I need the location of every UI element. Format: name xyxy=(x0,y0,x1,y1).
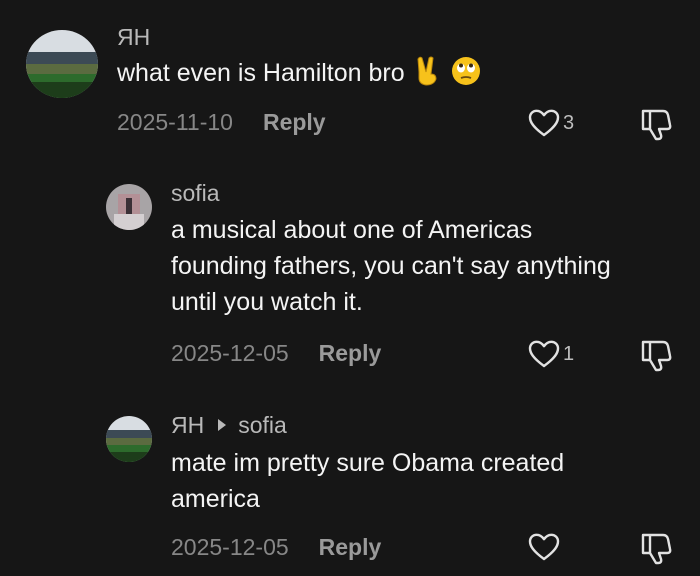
like-count: 1 xyxy=(563,342,575,365)
dislike-button[interactable] xyxy=(639,339,677,378)
like-button[interactable]: 3 xyxy=(527,108,574,138)
like-count: 3 xyxy=(563,111,575,134)
victory-hand-icon xyxy=(414,56,442,96)
avatar[interactable] xyxy=(106,184,152,230)
reply-to-username[interactable]: sofia xyxy=(238,412,287,438)
comment-body: what even is Hamilton bro xyxy=(117,59,405,87)
comment-meta: 2025-12-05 Reply xyxy=(171,340,381,367)
comment-date: 2025-11-10 xyxy=(117,109,233,135)
eye-roll-face-icon xyxy=(451,56,481,96)
comment-line: america xyxy=(171,485,260,513)
comment-line: mate im pretty sure Obama created xyxy=(171,449,565,477)
reply-arrow-icon xyxy=(218,419,227,431)
thumbs-down-outline-icon xyxy=(641,340,672,372)
comment-username[interactable]: HR xyxy=(117,24,150,51)
dislike-button[interactable] xyxy=(639,108,677,147)
heart-outline-icon xyxy=(528,109,560,137)
reply-button[interactable]: Reply xyxy=(319,534,382,560)
comment-text: mate im pretty sure Obama created americ… xyxy=(171,445,691,517)
reply-button[interactable]: Reply xyxy=(319,340,382,366)
username-text: HR xyxy=(117,24,151,50)
like-button[interactable] xyxy=(527,532,563,562)
comment-username[interactable]: sofia xyxy=(171,180,220,207)
comment-text: a musical about one of Americas founding… xyxy=(171,212,691,320)
comment-username[interactable]: HR sofia xyxy=(171,412,287,439)
comment-line: founding fathers, you can't say anything xyxy=(171,252,611,280)
reply-button[interactable]: Reply xyxy=(263,109,326,135)
avatar[interactable] xyxy=(26,30,98,98)
comment-meta: 2025-11-10 Reply xyxy=(117,109,326,136)
thumbs-down-outline-icon xyxy=(641,109,672,141)
comment-date: 2025-12-05 xyxy=(171,340,289,366)
username-text: sofia xyxy=(171,180,220,206)
like-button[interactable]: 1 xyxy=(527,339,574,369)
comment-date: 2025-12-05 xyxy=(171,534,289,560)
heart-outline-icon xyxy=(528,533,560,561)
thumbs-down-outline-icon xyxy=(641,533,672,565)
username-text: HR xyxy=(171,412,205,438)
comment-line: a musical about one of Americas xyxy=(171,216,533,244)
heart-outline-icon xyxy=(528,340,560,368)
comment-line: until you watch it. xyxy=(171,288,363,316)
comment-text: what even is Hamilton bro xyxy=(117,55,481,96)
comment-meta: 2025-12-05 Reply xyxy=(171,534,381,561)
dislike-button[interactable] xyxy=(639,532,677,571)
avatar[interactable] xyxy=(106,416,152,462)
